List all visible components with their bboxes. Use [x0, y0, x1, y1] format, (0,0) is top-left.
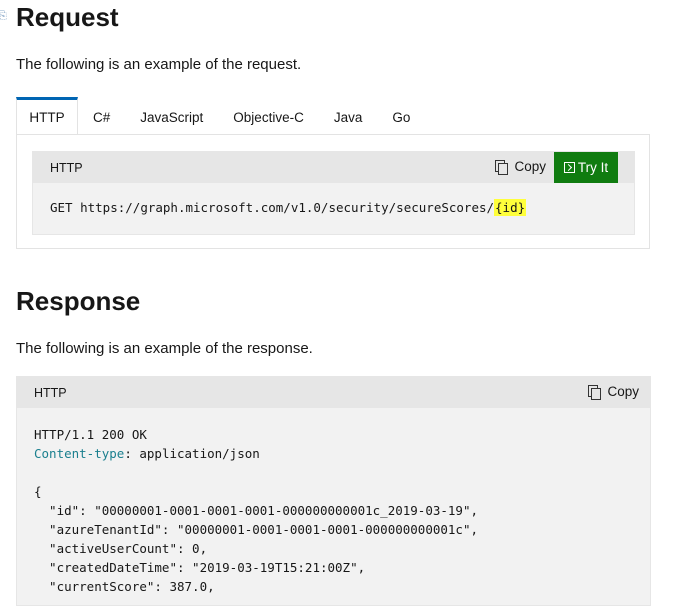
- copy-icon: [588, 384, 602, 400]
- try-it-button[interactable]: Try It: [554, 152, 618, 183]
- response-code-language: HTTP: [34, 386, 67, 400]
- request-url-param: {id}: [494, 199, 527, 216]
- request-heading: Request: [16, 2, 119, 32]
- language-tabs: HTTP C# JavaScript Objective-C Java Go: [16, 97, 425, 135]
- response-body-line: "currentScore": 387.0,: [34, 579, 215, 594]
- link-anchor-icon[interactable]: ⎘: [0, 10, 7, 22]
- request-copy-label: Copy: [514, 159, 546, 174]
- content-type-value: : application/json: [124, 446, 260, 461]
- tab-objective-c[interactable]: Objective-C: [218, 97, 319, 135]
- response-code-block: HTTP Copy HTTP/1.1 200 OK Content-type: a…: [16, 376, 651, 606]
- copy-icon: [495, 159, 509, 175]
- request-code: GET https://graph.microsoft.com/v1.0/sec…: [50, 199, 527, 216]
- request-url: https://graph.microsoft.com/v1.0/securit…: [80, 200, 495, 215]
- response-body-line: "id": "00000001-0001-0001-0001-000000000…: [34, 503, 479, 518]
- response-code: HTTP/1.1 200 OK Content-type: application…: [34, 425, 478, 596]
- response-body-line: {: [34, 484, 42, 499]
- content-type-key: Content-type: [34, 446, 125, 461]
- request-code-header: HTTP Copy Try It: [33, 152, 634, 183]
- try-it-label: Try It: [577, 160, 609, 175]
- response-content-type-line: Content-type: application/json: [34, 444, 478, 463]
- response-body-line: "activeUserCount": 0,: [34, 541, 208, 556]
- console-icon: [563, 162, 575, 173]
- response-copy-label: Copy: [607, 384, 639, 399]
- response-body-line: "createdDateTime": "2019-03-19T15:21:00Z…: [34, 560, 366, 575]
- response-status-line: HTTP/1.1 200 OK: [34, 427, 147, 442]
- request-code-block: HTTP Copy Try It GET https://graph.micro…: [32, 151, 635, 235]
- tab-go[interactable]: Go: [377, 97, 425, 135]
- request-description: The following is an example of the reque…: [16, 56, 302, 73]
- request-method: GET: [50, 200, 73, 215]
- tab-csharp[interactable]: C#: [78, 97, 125, 135]
- request-code-language: HTTP: [50, 161, 83, 175]
- response-heading: Response: [16, 286, 141, 316]
- request-copy-button[interactable]: Copy: [495, 159, 546, 175]
- tab-javascript[interactable]: JavaScript: [125, 97, 218, 135]
- response-code-header: HTTP Copy: [17, 377, 650, 408]
- tab-java[interactable]: Java: [319, 97, 378, 135]
- tab-http[interactable]: HTTP: [16, 97, 78, 135]
- response-description: The following is an example of the respo…: [16, 340, 313, 357]
- response-body-line: "azureTenantId": "00000001-0001-0001-000…: [34, 522, 479, 537]
- response-copy-button[interactable]: Copy: [588, 384, 639, 400]
